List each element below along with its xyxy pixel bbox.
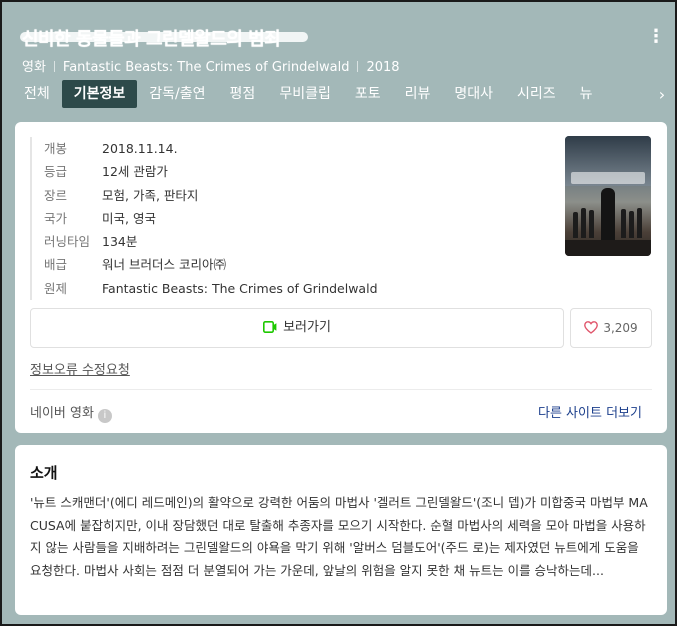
info-value: 워너 브러더스 코리아㈜ bbox=[102, 257, 226, 273]
info-row-rating: 등급 12세 관람가 bbox=[44, 160, 550, 183]
tab-movie-clip[interactable]: 무비클립 bbox=[267, 80, 343, 108]
tab-bar: 전체 기본정보 감독/출연 평점 무비클립 포토 리뷰 명대사 시리즈 뉴 bbox=[12, 80, 652, 108]
tab-quotes[interactable]: 명대사 bbox=[442, 80, 505, 108]
poster-figure bbox=[573, 212, 578, 238]
divider bbox=[30, 389, 652, 390]
info-label: 등급 bbox=[44, 164, 68, 180]
watch-button[interactable]: 보러가기 bbox=[30, 308, 564, 348]
tab-cast[interactable]: 감독/출연 bbox=[137, 80, 217, 108]
poster-figure bbox=[637, 208, 642, 238]
other-sites-link[interactable]: 다른 사이트 더보기 bbox=[538, 402, 642, 421]
info-label: 개봉 bbox=[44, 141, 68, 156]
info-row-original-title: 원제 Fantastic Beasts: The Crimes of Grinde… bbox=[44, 277, 550, 300]
meta-divider bbox=[53, 61, 55, 72]
poster-title-logo bbox=[571, 172, 645, 184]
original-title: Fantastic Beasts: The Crimes of Grindelw… bbox=[62, 60, 350, 75]
title-redaction bbox=[20, 32, 308, 42]
info-fix-request-link[interactable]: 정보오류 수정요청 bbox=[30, 359, 130, 378]
poster-figure bbox=[629, 211, 634, 238]
synopsis-card: 소개 '뉴트 스캐맨더'(에디 레드메인)의 활약으로 강력한 어둠의 마법사 … bbox=[15, 445, 667, 615]
poster-figure bbox=[621, 209, 626, 238]
info-row-distributor: 배급 워너 브러더스 코리아㈜ bbox=[44, 253, 550, 276]
like-count: 3,209 bbox=[603, 321, 638, 335]
play-icon bbox=[263, 311, 277, 349]
info-label: 배급 bbox=[44, 257, 68, 273]
movie-poster[interactable] bbox=[565, 136, 651, 256]
source-name: 네이버 영화 bbox=[30, 406, 94, 421]
info-value: 12세 관람가 bbox=[102, 164, 168, 180]
synopsis-text: '뉴트 스캐맨더'(에디 레드메인)의 활약으로 강력한 어둠의 마법사 '겔러… bbox=[30, 495, 648, 578]
chevron-right-icon[interactable]: › bbox=[654, 84, 670, 106]
info-icon[interactable]: i bbox=[97, 409, 112, 423]
info-label: 러닝타임 bbox=[44, 234, 91, 250]
more-vertical-icon[interactable]: ⋮ bbox=[647, 26, 665, 48]
meta-divider bbox=[357, 61, 359, 72]
poster-main-figure bbox=[601, 188, 615, 240]
info-value: Fantastic Beasts: The Crimes of Grindelw… bbox=[102, 280, 378, 296]
movie-header: 신비한 동물들과 그린델왈드의 범죄 ⋮ 영화Fantastic Beasts:… bbox=[2, 2, 675, 114]
heart-icon bbox=[584, 311, 599, 349]
info-value: 2018.11.14. bbox=[102, 141, 178, 156]
watch-label: 보러가기 bbox=[283, 320, 331, 335]
source-label: 네이버 영화 i bbox=[30, 402, 112, 423]
synopsis-title: 소개 bbox=[30, 464, 58, 482]
info-row-release: 개봉 2018.11.14. bbox=[44, 137, 550, 160]
release-year: 2018 bbox=[366, 60, 400, 75]
poster-footer bbox=[565, 240, 651, 256]
like-button[interactable]: 3,209 bbox=[570, 308, 652, 348]
movie-info-panel: 신비한 동물들과 그린델왈드의 범죄 ⋮ 영화Fantastic Beasts:… bbox=[0, 0, 677, 626]
info-value: 134분 bbox=[102, 234, 138, 250]
poster-figure bbox=[581, 208, 586, 238]
info-label: 국가 bbox=[44, 210, 68, 226]
basic-info-card: 개봉 2018.11.14. 등급 12세 관람가 장르 모험, 가족, 판타지 국가… bbox=[15, 122, 667, 433]
info-value: 모험, 가족, 판타지 bbox=[102, 187, 199, 203]
tab-rating[interactable]: 평점 bbox=[218, 80, 268, 108]
tab-basic-info[interactable]: 기본정보 bbox=[61, 80, 138, 108]
info-row-runtime: 러닝타임 134분 bbox=[44, 230, 550, 253]
tab-news[interactable]: 뉴 bbox=[568, 80, 605, 108]
movie-meta: 영화 Fantastic Beasts: The Crimes of Grinde… bbox=[22, 56, 400, 75]
tab-photo[interactable]: 포토 bbox=[343, 80, 393, 108]
tab-review[interactable]: 리뷰 bbox=[393, 80, 443, 108]
info-value: 미국, 영국 bbox=[102, 210, 156, 226]
tab-all[interactable]: 전체 bbox=[12, 80, 62, 108]
poster-figure bbox=[589, 210, 594, 238]
tab-series[interactable]: 시리즈 bbox=[505, 80, 568, 108]
info-row-genre: 장르 모험, 가족, 판타지 bbox=[44, 184, 550, 207]
info-label: 장르 bbox=[44, 187, 68, 203]
info-label: 원제 bbox=[44, 280, 68, 296]
info-list: 개봉 2018.11.14. 등급 12세 관람가 장르 모험, 가족, 판타지 국가… bbox=[30, 137, 550, 301]
info-row-country: 국가 미국, 영국 bbox=[44, 207, 550, 230]
category-label: 영화 bbox=[22, 60, 46, 75]
